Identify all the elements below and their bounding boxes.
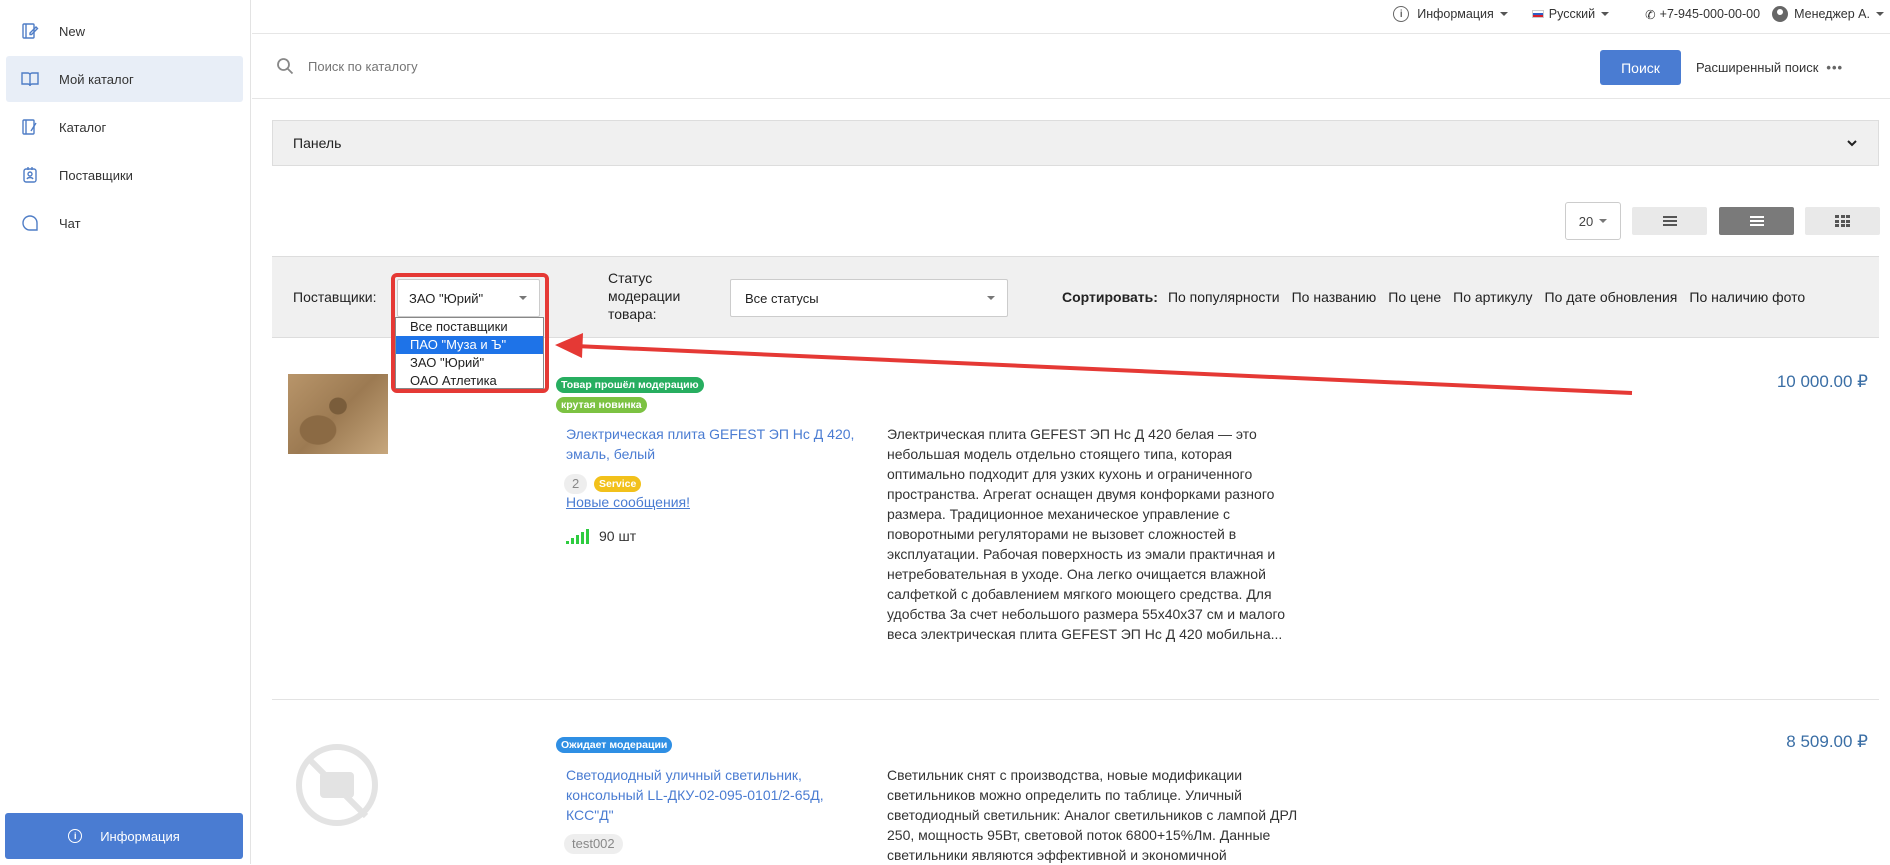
open-book-icon xyxy=(21,70,39,88)
sidebar-item-my-catalog[interactable]: Мой каталог xyxy=(6,56,243,102)
product-tag-badge: test002 xyxy=(564,834,623,854)
sidebar-item-label: Мой каталог xyxy=(59,71,134,87)
sidebar-item-label: Поставщики xyxy=(59,167,133,183)
chevron-down-icon xyxy=(1599,219,1608,223)
moderation-passed-badge: Товар прошёл модерацию xyxy=(556,377,704,393)
suppliers-label: Поставщики: xyxy=(293,289,377,305)
search-input[interactable] xyxy=(308,58,1308,74)
stock-quantity: 90 шт xyxy=(599,528,637,544)
info-button-label: Информация xyxy=(100,828,180,844)
search-button[interactable]: Поиск xyxy=(1600,50,1681,85)
stock-level-icon xyxy=(566,529,589,544)
chevron-down-icon xyxy=(1499,12,1508,16)
chevron-down-icon xyxy=(1876,12,1884,16)
sidebar-item-label: New xyxy=(59,23,86,39)
search-icon xyxy=(276,57,294,75)
info-button[interactable]: i Информация xyxy=(5,813,243,859)
product-image[interactable] xyxy=(288,374,388,454)
new-messages-link[interactable]: Новые сообщения! xyxy=(566,494,690,510)
phone-icon: ✆ xyxy=(1645,7,1656,22)
info-icon: i xyxy=(1393,6,1410,22)
chevron-down-icon xyxy=(1601,12,1610,16)
status-label-line: модерации xyxy=(608,288,681,304)
sidebar: New Мой каталог Каталог Поставщики Чат i… xyxy=(0,0,251,864)
info-menu-label: Информация xyxy=(1417,7,1494,21)
per-page-select[interactable]: 20 xyxy=(1565,202,1621,240)
sidebar-item-suppliers[interactable]: Поставщики xyxy=(6,152,243,198)
sidebar-item-label: Чат xyxy=(59,215,81,231)
language-menu[interactable]: Русский xyxy=(1531,7,1610,21)
panel-accordion[interactable]: Панель xyxy=(272,120,1879,166)
panel-title: Панель xyxy=(293,135,342,151)
info-menu[interactable]: i Информация xyxy=(1393,6,1508,22)
sort-label: Сортировать: xyxy=(1062,289,1158,305)
user-icon xyxy=(1772,6,1789,22)
supplier-icon xyxy=(21,166,39,184)
sort-by-price[interactable]: По цене xyxy=(1388,289,1441,305)
service-badge: Service xyxy=(594,476,642,492)
more-icon: ••• xyxy=(1826,60,1844,75)
russia-flag-icon xyxy=(1531,10,1544,18)
sort-by-update-date[interactable]: По дате обновления xyxy=(1545,289,1678,305)
product-price: 10 000.00 ₽ xyxy=(1776,372,1868,391)
language-label: Русский xyxy=(1548,7,1596,21)
awaiting-moderation-badge: Ожидает модерации xyxy=(556,737,673,753)
product-price: 8 509.00 ₽ xyxy=(1786,732,1868,751)
sort-by-name[interactable]: По названию xyxy=(1292,289,1377,305)
chevron-down-icon xyxy=(987,296,995,300)
view-list-button[interactable] xyxy=(1632,207,1707,235)
edit-book-icon xyxy=(21,22,39,40)
view-grid-button[interactable] xyxy=(1805,207,1880,235)
info-icon: i xyxy=(68,829,83,843)
chevron-down-icon xyxy=(1847,140,1857,147)
row-divider xyxy=(272,699,1879,700)
phone-label: +7-945-000-00-00 xyxy=(1659,7,1761,21)
sidebar-item-new[interactable]: New xyxy=(6,8,243,54)
sidebar-item-catalog[interactable]: Каталог xyxy=(6,104,243,150)
sort-by-article[interactable]: По артикулу xyxy=(1453,289,1532,305)
advanced-search-link[interactable]: Расширенный поиск ••• xyxy=(1696,60,1843,75)
status-label-line: товара: xyxy=(608,306,657,322)
advanced-search-label: Расширенный поиск xyxy=(1696,60,1819,75)
count-badge: 2 xyxy=(564,474,588,494)
user-name: Менеджер А. xyxy=(1794,7,1870,21)
chat-icon xyxy=(21,214,39,232)
stock-indicator: 90 шт xyxy=(566,528,636,544)
detailed-list-icon xyxy=(1749,216,1764,226)
per-page-value: 20 xyxy=(1578,213,1594,229)
user-menu[interactable]: Менеджер А. xyxy=(1772,6,1884,22)
product-title-link[interactable]: Электрическая плита GEFEST ЭП Нс Д 420, … xyxy=(566,424,866,464)
search-bar: Поиск Расширенный поиск ••• xyxy=(252,33,1890,99)
product-title-link[interactable]: Светодиодный уличный светильник, консоль… xyxy=(566,765,866,825)
list-icon xyxy=(1662,216,1677,226)
no-photo-icon xyxy=(296,744,378,826)
sort-by-photo[interactable]: По наличию фото xyxy=(1689,289,1805,305)
sort-bar: Сортировать: По популярности По названию… xyxy=(1062,289,1817,305)
top-bar: i Информация Русский ✆ +7-945-000-00-00 … xyxy=(252,0,1890,28)
annotation-highlight-box xyxy=(391,273,549,393)
status-select[interactable]: Все статусы xyxy=(730,279,1008,317)
sort-by-popularity[interactable]: По популярности xyxy=(1168,289,1280,305)
status-selected-value: Все статусы xyxy=(745,290,819,306)
product-description: Светильник снят с производства, новые мо… xyxy=(887,767,1298,863)
product-tag-badge: крутая новинка xyxy=(556,397,647,413)
product-description: Электрическая плита GEFEST ЭП Нс Д 420 б… xyxy=(887,426,1286,642)
catalog-icon xyxy=(21,118,39,136)
view-detailed-button[interactable] xyxy=(1719,207,1794,235)
sidebar-item-chat[interactable]: Чат xyxy=(6,200,243,246)
status-label: Статус модерации товара: xyxy=(608,269,680,323)
phone-link[interactable]: ✆ +7-945-000-00-00 xyxy=(1645,7,1760,22)
grid-icon xyxy=(1835,215,1850,227)
sidebar-item-label: Каталог xyxy=(59,119,107,135)
status-label-line: Статус xyxy=(608,270,653,286)
